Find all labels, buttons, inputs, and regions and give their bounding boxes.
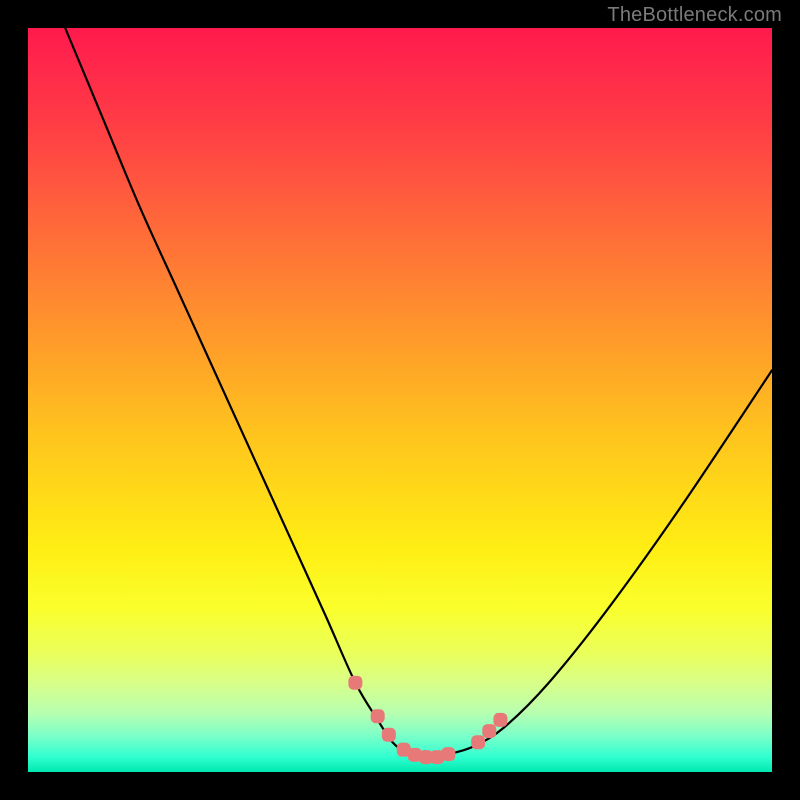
marker-left-cluster-1	[348, 676, 362, 690]
bottleneck-curve	[65, 28, 772, 758]
chart-frame: TheBottleneck.com	[0, 0, 800, 800]
watermark-text: TheBottleneck.com	[607, 4, 782, 27]
curve-layer	[65, 28, 772, 758]
marker-left-cluster-2	[371, 709, 385, 723]
marker-right-cluster-3	[493, 713, 507, 727]
plot-area	[28, 28, 772, 772]
marker-right-cluster-1	[471, 735, 485, 749]
marker-left-cluster-3	[382, 728, 396, 742]
marker-layer	[348, 676, 507, 764]
marker-right-cluster-2	[482, 724, 496, 738]
marker-trough-5	[441, 747, 455, 761]
chart-svg	[28, 28, 772, 772]
